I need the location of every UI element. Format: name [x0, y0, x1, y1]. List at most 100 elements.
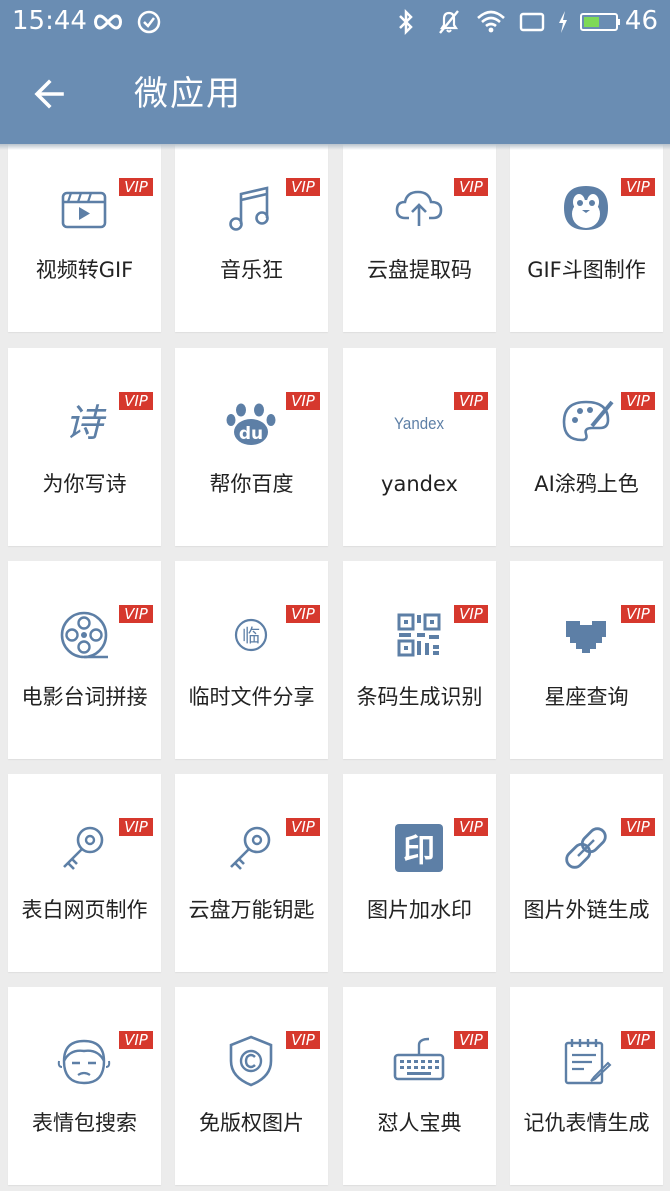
app-label: 怼人宝典 [377, 1111, 462, 1135]
notepad-icon [556, 1031, 616, 1091]
app-label: 云盘提取码 [367, 258, 472, 282]
app-tile[interactable]: VIP 条码生成识别 [343, 561, 496, 759]
video-icon [54, 178, 114, 238]
app-label: 图片加水印 [367, 898, 472, 922]
app-label: GIF斗图制作 [527, 258, 646, 282]
app-label: 帮你百度 [209, 472, 294, 496]
link-icon [556, 818, 616, 878]
vip-badge: VIP [119, 392, 153, 410]
bluetooth-icon [399, 8, 413, 36]
back-button[interactable] [24, 70, 80, 118]
poem-icon: 诗 [54, 392, 114, 452]
vip-badge: VIP [621, 178, 655, 196]
app-tile[interactable]: du VIP 帮你百度 [175, 348, 328, 546]
app-tile[interactable]: 诗 VIP 为你写诗 [8, 348, 161, 546]
app-tile[interactable]: VIP 音乐狂 [175, 144, 328, 332]
screen-icon [519, 12, 545, 32]
yandex-logo-icon: Yandex [389, 392, 449, 452]
vip-badge: VIP [621, 818, 655, 836]
music-note-icon [221, 178, 281, 238]
app-tile[interactable]: VIP 云盘万能钥匙 [175, 774, 328, 972]
app-tile[interactable]: VIP 星座查询 [510, 561, 663, 759]
temp-file-icon: 临 [221, 605, 281, 665]
svg-text:印: 印 [403, 831, 435, 869]
app-label: 图片外链生成 [523, 898, 650, 922]
key-icon [54, 818, 114, 878]
app-label: 音乐狂 [220, 258, 283, 282]
charging-icon [559, 11, 567, 33]
key-icon [221, 818, 281, 878]
svg-text:临: 临 [242, 626, 260, 647]
app-tile[interactable]: VIP 怼人宝典 [343, 987, 496, 1185]
vip-badge: VIP [454, 605, 488, 623]
app-bar-shadow [0, 144, 670, 150]
film-reel-icon [54, 605, 114, 665]
wifi-icon [477, 10, 505, 33]
battery-level: 46 [624, 6, 658, 36]
vip-badge: VIP [119, 1031, 153, 1049]
vip-badge: VIP [454, 392, 488, 410]
app-label: 云盘万能钥匙 [188, 898, 315, 922]
app-tile[interactable]: VIP GIF斗图制作 [510, 144, 663, 332]
vip-badge: VIP [621, 605, 655, 623]
app-tile[interactable]: Yandex VIP yandex [343, 348, 496, 546]
vip-badge: VIP [621, 392, 655, 410]
svg-text:Yandex: Yandex [394, 414, 444, 433]
vip-badge: VIP [119, 178, 153, 196]
page-title: 微应用 [134, 74, 242, 114]
app-tile[interactable]: 印 VIP 图片加水印 [343, 774, 496, 972]
vip-badge: VIP [454, 1031, 488, 1049]
app-label: 星座查询 [544, 685, 629, 709]
app-tile[interactable]: VIP 记仇表情生成 [510, 987, 663, 1185]
app-label: 条码生成识别 [356, 685, 483, 709]
app-label: 表情包搜索 [32, 1111, 137, 1135]
app-tile[interactable]: VIP 免版权图片 [175, 987, 328, 1185]
svg-text:诗: 诗 [65, 401, 107, 445]
app-tile[interactable]: VIP 视频转GIF [8, 144, 161, 332]
face-icon [54, 1031, 114, 1091]
penguin-icon [556, 178, 616, 238]
app-tile[interactable]: VIP AI涂鸦上色 [510, 348, 663, 546]
app-tile[interactable]: VIP 图片外链生成 [510, 774, 663, 972]
cloud-upload-icon [389, 178, 449, 238]
mute-icon [439, 10, 459, 34]
app-label: 表白网页制作 [21, 898, 148, 922]
app-label: 为你写诗 [42, 472, 127, 496]
palette-icon [556, 392, 616, 452]
check-circle-icon [137, 10, 161, 34]
app-tile[interactable]: VIP 电影台词拼接 [8, 561, 161, 759]
app-label: yandex [381, 472, 458, 496]
app-grid: VIP 视频转GIF VIP 音乐狂 VIP 云盘提取码 VIP GIF斗图制作诗 VIP 为你写… [0, 144, 670, 1191]
app-label: 视频转GIF [35, 258, 134, 282]
vip-badge: VIP [454, 818, 488, 836]
app-bar: 微应用 [0, 44, 670, 144]
app-label: 临时文件分享 [188, 685, 315, 709]
app-tile[interactable]: 临 VIP 临时文件分享 [175, 561, 328, 759]
vip-badge: VIP [286, 392, 320, 410]
vip-badge: VIP [286, 178, 320, 196]
vip-badge: VIP [454, 178, 488, 196]
vip-badge: VIP [119, 818, 153, 836]
vip-badge: VIP [119, 605, 153, 623]
qr-code-icon [389, 605, 449, 665]
pixel-heart-icon [556, 605, 616, 665]
svg-text:du: du [239, 424, 263, 444]
battery-icon [580, 13, 620, 31]
vip-badge: VIP [621, 1031, 655, 1049]
keyboard-icon [389, 1031, 449, 1091]
arrow-left-icon [34, 79, 64, 109]
app-label: AI涂鸦上色 [534, 472, 639, 496]
status-bar: 15:44 46 [0, 0, 670, 44]
app-label: 电影台词拼接 [21, 685, 148, 709]
app-tile[interactable]: VIP 表白网页制作 [8, 774, 161, 972]
app-label: 记仇表情生成 [523, 1111, 650, 1135]
app-tile[interactable]: VIP 表情包搜索 [8, 987, 161, 1185]
copyright-shield-icon [221, 1031, 281, 1091]
baidu-paw-icon: du [221, 392, 281, 452]
app-tile[interactable]: VIP 云盘提取码 [343, 144, 496, 332]
stamp-icon: 印 [389, 818, 449, 878]
vip-badge: VIP [286, 605, 320, 623]
vip-badge: VIP [286, 818, 320, 836]
status-time: 15:44 [12, 6, 87, 36]
app-label: 免版权图片 [199, 1111, 304, 1135]
